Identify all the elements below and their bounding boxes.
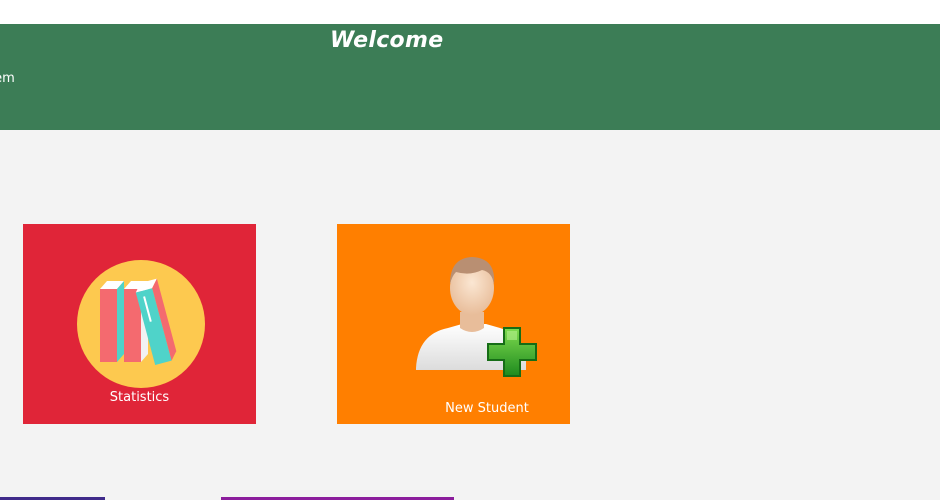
books-icon: [77, 260, 205, 388]
page: Welcome tem Statistics: [0, 0, 940, 500]
header-subtitle: tem: [0, 71, 15, 86]
page-title: Welcome: [330, 28, 444, 53]
header-banner: Welcome tem: [0, 24, 940, 130]
statistics-tile[interactable]: Statistics: [23, 224, 256, 424]
new-student-label: New Student: [445, 401, 529, 416]
add-user-icon: [416, 257, 537, 377]
new-student-tile[interactable]: New Student: [337, 224, 570, 424]
top-strip: [0, 0, 940, 24]
statistics-label: Statistics: [109, 390, 170, 405]
